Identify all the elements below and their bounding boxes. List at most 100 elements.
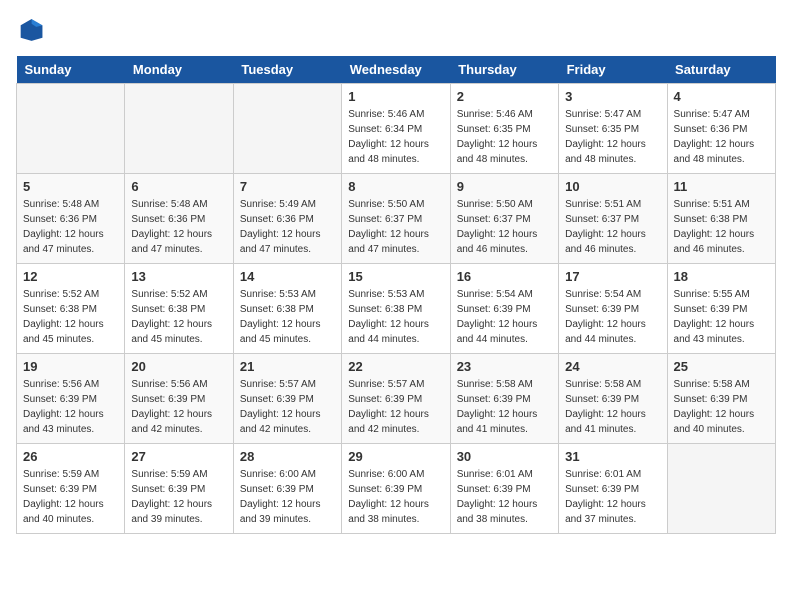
day-info: Sunrise: 5:54 AMSunset: 6:39 PMDaylight:… (457, 287, 552, 347)
day-number: 31 (565, 449, 660, 464)
calendar-cell: 30Sunrise: 6:01 AMSunset: 6:39 PMDayligh… (450, 444, 558, 534)
calendar-cell: 19 Sunrise: 5:56 AMSunset: 6:39 PMDayligh… (17, 354, 125, 444)
calendar-cell (233, 84, 341, 174)
logo (16, 16, 48, 44)
calendar-cell: 7 Sunrise: 5:49 AMSunset: 6:36 PMDaylight… (233, 174, 341, 264)
day-number: 23 (457, 359, 552, 374)
calendar-cell: 31 Sunrise: 6:01 AMSunset: 6:39 PMDayligh… (559, 444, 667, 534)
calendar-cell: 17 Sunrise: 5:54 AMSunset: 6:39 PMDayligh… (559, 264, 667, 354)
day-info: Sunrise: 6:01 AMSunset: 6:39 PMDaylight:… (565, 467, 660, 527)
calendar-cell: 27 Sunrise: 5:59 AMSunset: 6:39 PMDayligh… (125, 444, 233, 534)
calendar-cell (667, 444, 775, 534)
page-header (16, 16, 776, 44)
day-info: Sunrise: 5:55 AMSunset: 6:39 PMDaylight:… (674, 287, 769, 347)
day-info: Sunrise: 6:00 AMSunset: 6:39 PMDaylight:… (348, 467, 443, 527)
day-number: 28 (240, 449, 335, 464)
day-info: Sunrise: 5:50 AMSunset: 6:37 PMDaylight:… (348, 197, 443, 257)
day-number: 2 (457, 89, 552, 104)
calendar-cell: 3 Sunrise: 5:47 AMSunset: 6:35 PMDaylight… (559, 84, 667, 174)
day-number: 3 (565, 89, 660, 104)
day-info: Sunrise: 5:53 AMSunset: 6:38 PMDaylight:… (348, 287, 443, 347)
calendar-cell: 20 Sunrise: 5:56 AMSunset: 6:39 PMDayligh… (125, 354, 233, 444)
calendar-cell (125, 84, 233, 174)
day-info: Sunrise: 5:53 AMSunset: 6:38 PMDaylight:… (240, 287, 335, 347)
day-info: Sunrise: 6:00 AMSunset: 6:39 PMDaylight:… (240, 467, 335, 527)
day-info: Sunrise: 5:56 AMSunset: 6:39 PMDaylight:… (131, 377, 226, 437)
calendar-cell: 14 Sunrise: 5:53 AMSunset: 6:38 PMDayligh… (233, 264, 341, 354)
day-info: Sunrise: 5:48 AMSunset: 6:36 PMDaylight:… (23, 197, 118, 257)
day-number: 20 (131, 359, 226, 374)
calendar-table: SundayMondayTuesdayWednesdayThursdayFrid… (16, 56, 776, 534)
day-info: Sunrise: 5:49 AMSunset: 6:36 PMDaylight:… (240, 197, 335, 257)
calendar-cell: 10Sunrise: 5:51 AMSunset: 6:37 PMDayligh… (559, 174, 667, 264)
weekday-header-row: SundayMondayTuesdayWednesdayThursdayFrid… (17, 56, 776, 84)
day-number: 6 (131, 179, 226, 194)
day-number: 27 (131, 449, 226, 464)
day-number: 24 (565, 359, 660, 374)
day-info: Sunrise: 5:58 AMSunset: 6:39 PMDaylight:… (565, 377, 660, 437)
day-number: 7 (240, 179, 335, 194)
day-number: 21 (240, 359, 335, 374)
calendar-body: 1 Sunrise: 5:46 AMSunset: 6:34 PMDaylight… (17, 84, 776, 534)
day-info: Sunrise: 5:58 AMSunset: 6:39 PMDaylight:… (457, 377, 552, 437)
day-info: Sunrise: 5:56 AMSunset: 6:39 PMDaylight:… (23, 377, 118, 437)
day-number: 17 (565, 269, 660, 284)
day-info: Sunrise: 5:47 AMSunset: 6:35 PMDaylight:… (565, 107, 660, 167)
calendar-cell: 24 Sunrise: 5:58 AMSunset: 6:39 PMDayligh… (559, 354, 667, 444)
weekday-header-wednesday: Wednesday (342, 56, 450, 84)
calendar-week-3: 12Sunrise: 5:52 AMSunset: 6:38 PMDayligh… (17, 264, 776, 354)
day-number: 16 (457, 269, 552, 284)
day-number: 10 (565, 179, 660, 194)
weekday-header-friday: Friday (559, 56, 667, 84)
day-info: Sunrise: 5:51 AMSunset: 6:38 PMDaylight:… (674, 197, 769, 257)
calendar-week-4: 19 Sunrise: 5:56 AMSunset: 6:39 PMDayligh… (17, 354, 776, 444)
day-number: 11 (674, 179, 769, 194)
day-info: Sunrise: 5:54 AMSunset: 6:39 PMDaylight:… (565, 287, 660, 347)
day-number: 13 (131, 269, 226, 284)
day-number: 30 (457, 449, 552, 464)
day-number: 8 (348, 179, 443, 194)
calendar-cell: 2 Sunrise: 5:46 AMSunset: 6:35 PMDaylight… (450, 84, 558, 174)
day-number: 5 (23, 179, 118, 194)
day-info: Sunrise: 5:59 AMSunset: 6:39 PMDaylight:… (131, 467, 226, 527)
calendar-cell: 23 Sunrise: 5:58 AMSunset: 6:39 PMDayligh… (450, 354, 558, 444)
calendar-header: SundayMondayTuesdayWednesdayThursdayFrid… (17, 56, 776, 84)
calendar-week-5: 26 Sunrise: 5:59 AMSunset: 6:39 PMDayligh… (17, 444, 776, 534)
calendar-cell: 25 Sunrise: 5:58 AMSunset: 6:39 PMDayligh… (667, 354, 775, 444)
calendar-cell: 22Sunrise: 5:57 AMSunset: 6:39 PMDayligh… (342, 354, 450, 444)
day-info: Sunrise: 5:48 AMSunset: 6:36 PMDaylight:… (131, 197, 226, 257)
day-info: Sunrise: 5:57 AMSunset: 6:39 PMDaylight:… (240, 377, 335, 437)
day-info: Sunrise: 5:59 AMSunset: 6:39 PMDaylight:… (23, 467, 118, 527)
calendar-cell (17, 84, 125, 174)
day-info: Sunrise: 5:58 AMSunset: 6:39 PMDaylight:… (674, 377, 769, 437)
calendar-cell: 5 Sunrise: 5:48 AMSunset: 6:36 PMDaylight… (17, 174, 125, 264)
weekday-header-sunday: Sunday (17, 56, 125, 84)
calendar-cell: 4Sunrise: 5:47 AMSunset: 6:36 PMDaylight… (667, 84, 775, 174)
day-number: 1 (348, 89, 443, 104)
calendar-week-1: 1 Sunrise: 5:46 AMSunset: 6:34 PMDaylight… (17, 84, 776, 174)
logo-icon (16, 16, 44, 44)
day-number: 19 (23, 359, 118, 374)
calendar-cell: 28 Sunrise: 6:00 AMSunset: 6:39 PMDayligh… (233, 444, 341, 534)
day-number: 14 (240, 269, 335, 284)
day-number: 26 (23, 449, 118, 464)
day-info: Sunrise: 5:52 AMSunset: 6:38 PMDaylight:… (131, 287, 226, 347)
calendar-cell: 21 Sunrise: 5:57 AMSunset: 6:39 PMDayligh… (233, 354, 341, 444)
weekday-header-monday: Monday (125, 56, 233, 84)
day-number: 9 (457, 179, 552, 194)
day-number: 15 (348, 269, 443, 284)
calendar-cell: 29Sunrise: 6:00 AMSunset: 6:39 PMDayligh… (342, 444, 450, 534)
day-info: Sunrise: 5:46 AMSunset: 6:34 PMDaylight:… (348, 107, 443, 167)
day-info: Sunrise: 5:46 AMSunset: 6:35 PMDaylight:… (457, 107, 552, 167)
calendar-cell: 8 Sunrise: 5:50 AMSunset: 6:37 PMDaylight… (342, 174, 450, 264)
weekday-header-thursday: Thursday (450, 56, 558, 84)
calendar-cell: 15 Sunrise: 5:53 AMSunset: 6:38 PMDayligh… (342, 264, 450, 354)
day-info: Sunrise: 5:50 AMSunset: 6:37 PMDaylight:… (457, 197, 552, 257)
day-number: 25 (674, 359, 769, 374)
calendar-cell: 18Sunrise: 5:55 AMSunset: 6:39 PMDayligh… (667, 264, 775, 354)
calendar-cell: 11 Sunrise: 5:51 AMSunset: 6:38 PMDayligh… (667, 174, 775, 264)
day-number: 22 (348, 359, 443, 374)
weekday-header-saturday: Saturday (667, 56, 775, 84)
calendar-cell: 9 Sunrise: 5:50 AMSunset: 6:37 PMDaylight… (450, 174, 558, 264)
calendar-cell: 12Sunrise: 5:52 AMSunset: 6:38 PMDayligh… (17, 264, 125, 354)
